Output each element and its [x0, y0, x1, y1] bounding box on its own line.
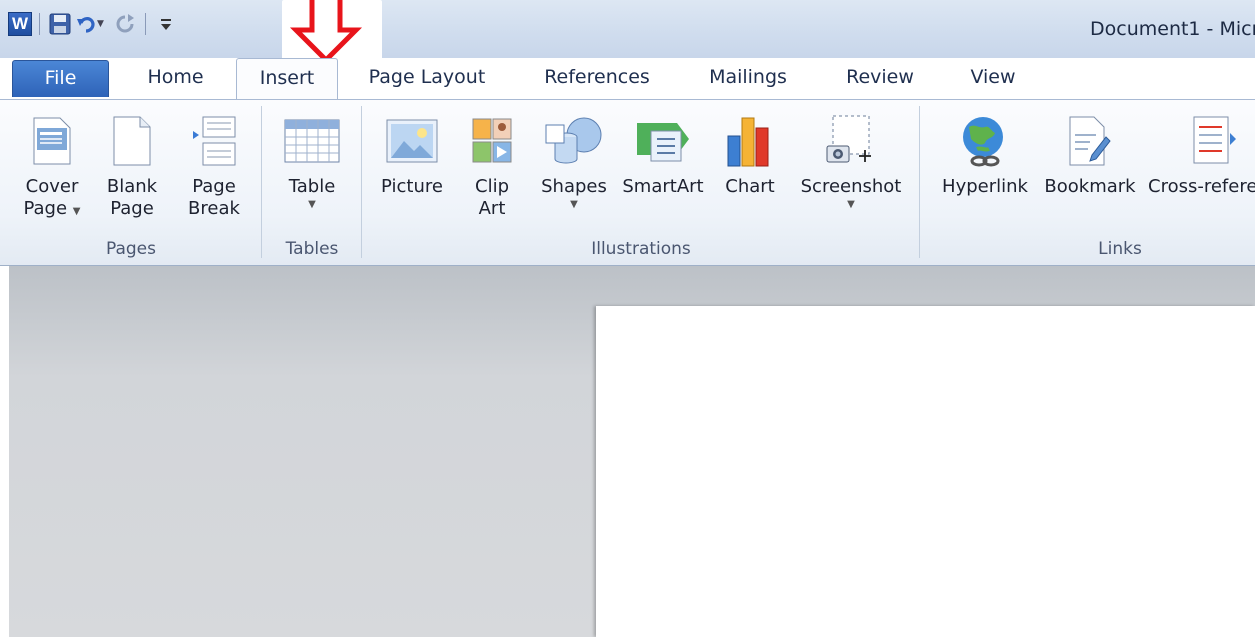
window-title: Document1 - Microsoft Word — [1090, 18, 1255, 40]
group-tables: Table ▼ Tables — [262, 100, 362, 265]
qat-separator — [39, 13, 40, 35]
title-bar: W ▼ Document1 - Mic — [0, 0, 1255, 58]
table-label: Table — [288, 176, 336, 197]
undo-icon[interactable] — [73, 11, 99, 37]
tab-references[interactable]: References — [522, 58, 672, 99]
qat-separator — [144, 13, 146, 35]
page-break-icon — [193, 116, 236, 166]
cover-page-label-2: Page ▼ — [23, 198, 81, 219]
shapes-button[interactable]: Shapes ▼ — [534, 106, 614, 212]
picture-button[interactable]: Picture — [372, 106, 452, 198]
group-label-illustrations: Illustrations — [591, 239, 691, 259]
clip-art-label-1: Clip — [475, 176, 509, 197]
screenshot-icon — [826, 115, 871, 163]
word-icon[interactable]: W — [8, 12, 32, 36]
bookmark-icon — [1069, 116, 1111, 166]
tab-file[interactable]: File — [12, 60, 109, 97]
smartart-icon — [637, 123, 689, 162]
shapes-icon — [545, 117, 602, 164]
smartart-label: SmartArt — [622, 176, 704, 197]
cross-reference-button[interactable]: Cross-reference — [1148, 106, 1255, 198]
table-icon — [284, 119, 340, 163]
page-break-label-1: Page — [192, 176, 236, 197]
hyperlink-button[interactable]: Hyperlink — [932, 106, 1038, 198]
group-links: Hyperlink Bookmark Cross-refere Links — [920, 100, 1255, 265]
document-page[interactable] — [596, 306, 1255, 637]
bookmark-button[interactable]: Bookmark — [1040, 106, 1140, 198]
customize-icon[interactable] — [153, 11, 179, 37]
screenshot-label: Screenshot — [800, 176, 902, 197]
hyperlink-label: Hyperlink — [942, 176, 1028, 197]
hyperlink-icon — [963, 117, 1003, 167]
picture-icon — [386, 119, 438, 163]
group-label-pages: Pages — [105, 239, 156, 259]
page-break-label-2: Break — [188, 198, 240, 219]
tab-home[interactable]: Home — [128, 58, 223, 99]
page-break-button[interactable]: Page Break — [176, 106, 252, 220]
chart-button[interactable]: Chart — [712, 106, 788, 198]
screenshot-button[interactable]: Screenshot ▼ — [792, 106, 910, 212]
clip-art-button[interactable]: Clip Art — [456, 106, 528, 220]
group-label-tables: Tables — [285, 239, 339, 259]
redo-icon[interactable] — [112, 11, 138, 37]
undo-dropdown-icon[interactable]: ▼ — [97, 19, 104, 29]
table-dropdown-icon: ▼ — [308, 199, 316, 210]
chart-label: Chart — [725, 176, 775, 197]
chart-icon — [727, 117, 769, 167]
ribbon-insert: Cover Page ▼ Blank Page Page Break Pages… — [0, 99, 1255, 266]
smartart-button[interactable]: SmartArt — [618, 106, 708, 198]
blank-page-icon — [113, 116, 151, 166]
save-icon[interactable] — [47, 11, 73, 37]
ribbon-tabs: File Home Insert Page Layout References … — [0, 58, 1255, 100]
blank-page-label-1: Blank — [106, 176, 158, 197]
clip-art-icon — [472, 118, 512, 163]
quick-access-toolbar: W ▼ — [8, 9, 179, 39]
tab-page-layout[interactable]: Page Layout — [352, 58, 502, 99]
shapes-dropdown-icon: ▼ — [570, 199, 578, 210]
picture-label: Picture — [381, 176, 443, 197]
cross-reference-label: Cross-reference — [1148, 176, 1255, 197]
group-pages: Cover Page ▼ Blank Page Page Break Pages — [0, 100, 262, 265]
cross-reference-icon — [1193, 116, 1236, 164]
shapes-label: Shapes — [541, 176, 607, 197]
tab-insert[interactable]: Insert — [236, 58, 338, 100]
group-label-links: Links — [1098, 239, 1142, 259]
bookmark-label: Bookmark — [1044, 176, 1136, 197]
cover-page-icon — [33, 117, 71, 165]
cover-page-button[interactable]: Cover Page ▼ — [14, 106, 90, 223]
cover-page-label-1: Cover — [25, 176, 79, 197]
table-button[interactable]: Table ▼ — [274, 106, 350, 212]
annotation-arrow-icon — [282, 0, 382, 64]
tab-review[interactable]: Review — [830, 58, 930, 99]
tab-mailings[interactable]: Mailings — [692, 58, 804, 99]
clip-art-label-2: Art — [478, 198, 506, 219]
document-workspace — [0, 266, 1255, 637]
screenshot-dropdown-icon: ▼ — [847, 199, 855, 210]
group-illustrations: Picture Clip Art Shapes ▼ SmartArt Chart… — [362, 100, 920, 265]
blank-page-label-2: Page — [110, 198, 154, 219]
workspace-left-edge — [0, 266, 9, 637]
tab-view[interactable]: View — [952, 58, 1034, 99]
blank-page-button[interactable]: Blank Page — [96, 106, 168, 220]
